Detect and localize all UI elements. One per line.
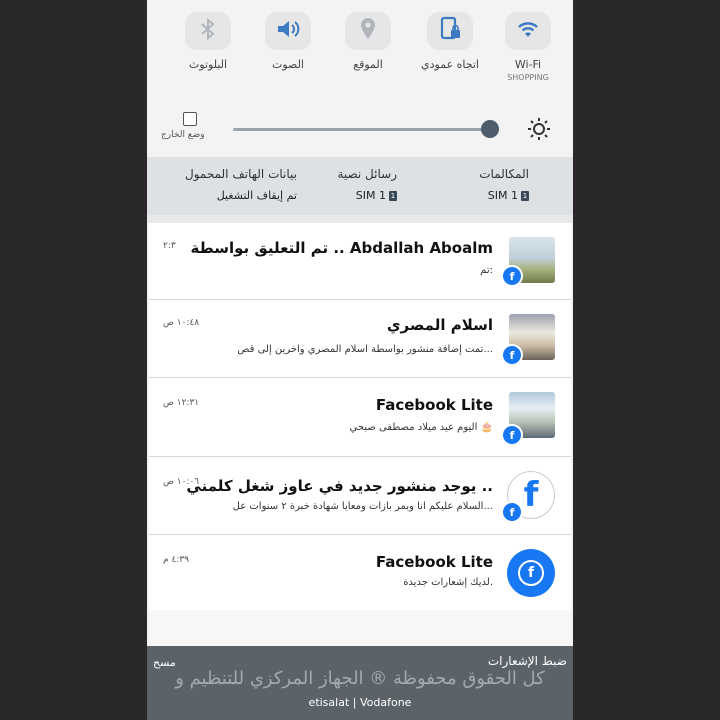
wifi-toggle[interactable]: Wi-Fi SHOPPING	[495, 12, 561, 82]
watermark: كل الحقوق محفوظة ® الجهاز المركزي للتنظي…	[175, 668, 545, 689]
facebook-lite-icon: f	[507, 549, 555, 597]
location-toggle[interactable]: الموقع	[335, 12, 401, 71]
notification-body: لديك إشعارات جديدة.	[403, 577, 493, 588]
notification-title: اسلام المصري	[386, 316, 493, 334]
facebook-badge-icon: f	[501, 265, 523, 287]
brightness-fill	[233, 128, 490, 131]
quick-settings-panel: Wi-Fi SHOPPING اتجاه عمودي الموقع الصوت	[147, 0, 573, 155]
list-peek	[147, 215, 573, 223]
bluetooth-icon	[199, 17, 217, 45]
messages-sim[interactable]: رسائل نصية SIM 11	[337, 167, 397, 202]
mobile-data-title: بيانات الهاتف المحمول	[184, 167, 297, 181]
location-label: الموقع	[353, 58, 383, 71]
notification-footer: ضبط الإشعارات مسح كل الحقوق محفوظة ® الج…	[147, 646, 573, 720]
notification-body: تمت إضافة منشور بواسطة اسلام المصري وآخر…	[237, 344, 493, 355]
notification-body: السلام عليكم انا وبمر بازات ومعايا شهادة…	[232, 501, 493, 512]
calls-sim[interactable]: المكالمات SIM 11	[479, 167, 529, 202]
notification-item[interactable]: f تم التعليق بواسطة .. Abdallah Aboalm ت…	[149, 223, 571, 300]
notification-title: Facebook Lite	[375, 553, 493, 571]
sim-card-icon: 1	[389, 190, 397, 201]
facebook-badge-icon: f	[501, 424, 523, 446]
bluetooth-label: البلوتوث	[188, 58, 228, 71]
notification-time: ١٢:٣١ ص	[163, 398, 200, 408]
notification-body: تم:	[480, 265, 493, 276]
wifi-icon	[515, 18, 541, 44]
notification-title: يوجد منشور جديد في عاوز شغل كلمني ..	[186, 477, 493, 495]
messages-sim-label: SIM 1	[355, 189, 386, 202]
sim-preferences-bar: المكالمات SIM 11 رسائل نصية SIM 11 بيانا…	[147, 157, 573, 215]
outdoor-mode-label: وضع الخارج	[161, 130, 205, 140]
bluetooth-toggle[interactable]: البلوتوث	[175, 12, 241, 71]
notification-shade: Wi-Fi SHOPPING اتجاه عمودي الموقع الصوت	[147, 0, 573, 720]
sound-label: الصوت	[272, 58, 304, 71]
sound-toggle[interactable]: الصوت	[255, 12, 321, 71]
wifi-network-label: SHOPPING	[507, 73, 549, 82]
mobile-data-status: تم إيقاف التشغيل	[216, 189, 297, 202]
brightness-sun-icon	[527, 117, 551, 145]
sim-card-icon: 1	[521, 190, 529, 201]
messages-title: رسائل نصية	[337, 167, 397, 181]
notification-time: ٤:٣٩ م	[163, 555, 189, 565]
carrier-label: etisalat | Vodafone	[308, 696, 412, 709]
brightness-handle[interactable]	[480, 120, 499, 138]
notification-item[interactable]: f f يوجد منشور جديد في عاوز شغل كلمني ..…	[149, 457, 571, 535]
notification-item[interactable]: f Facebook Lite اليوم عيد ميلاد مصطفى صب…	[149, 378, 571, 457]
notification-time: ٢:٣	[163, 241, 176, 251]
wifi-label: Wi-Fi	[514, 58, 542, 71]
notification-item[interactable]: f اسلام المصري تمت إضافة منشور بواسطة اس…	[149, 300, 571, 378]
outdoor-mode-checkbox[interactable]	[183, 112, 197, 126]
calls-title: المكالمات	[479, 167, 529, 181]
notification-item[interactable]: f Facebook Lite لديك إشعارات جديدة. ٤:٣٩…	[149, 535, 571, 610]
notification-title: Facebook Lite	[375, 396, 493, 414]
notification-title: تم التعليق بواسطة .. Abdallah Aboalm	[190, 239, 493, 257]
facebook-badge-icon: f	[501, 344, 523, 366]
list-bottom-fade	[149, 610, 571, 646]
brightness-row: وضع الخارج	[147, 110, 573, 150]
notification-time: ١٠:٠٦ ص	[163, 477, 200, 487]
facebook-badge-icon: f	[501, 501, 523, 523]
sound-icon	[275, 18, 301, 44]
notification-time: ١٠:٤٨ ص	[163, 318, 200, 328]
calls-sim-label: SIM 1	[487, 189, 518, 202]
portrait-toggle[interactable]: اتجاه عمودي	[417, 12, 483, 71]
portrait-lock-icon	[438, 16, 462, 46]
portrait-label: اتجاه عمودي	[421, 58, 479, 71]
location-icon	[358, 16, 378, 46]
notification-body: اليوم عيد ميلاد مصطفى صبحي 🎂	[349, 422, 493, 433]
brightness-slider[interactable]	[233, 128, 495, 131]
notification-settings-button[interactable]: ضبط الإشعارات	[488, 654, 567, 668]
mobile-data[interactable]: بيانات الهاتف المحمول تم إيقاف التشغيل	[185, 167, 297, 202]
